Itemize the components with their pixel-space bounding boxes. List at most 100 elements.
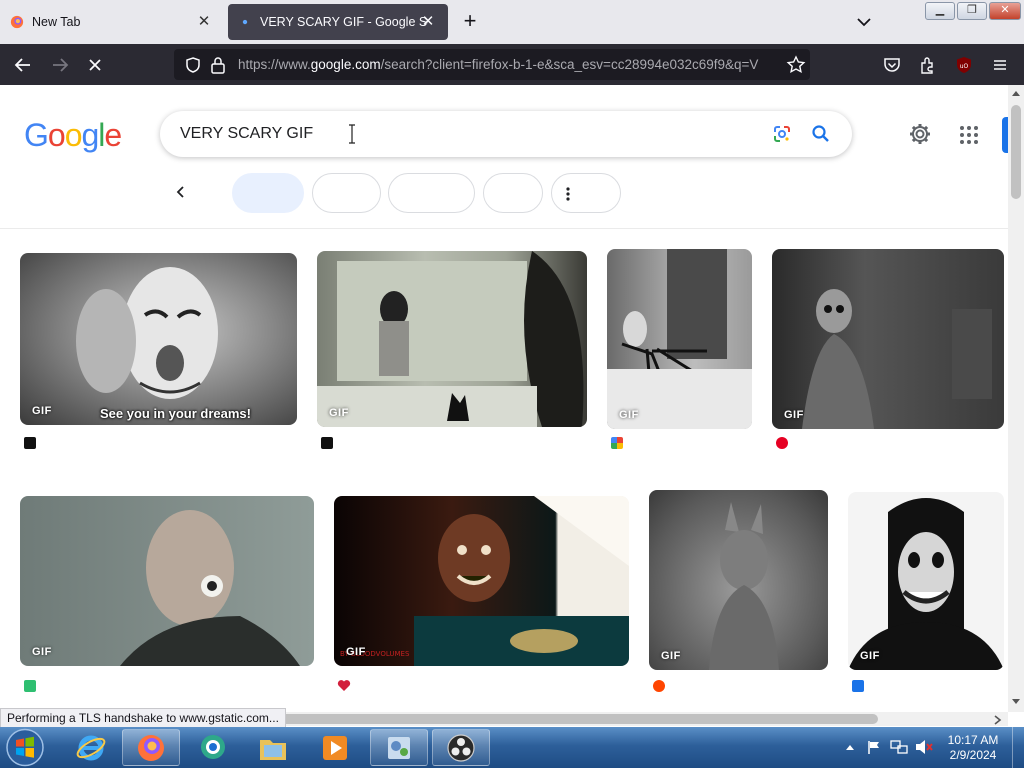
hamburger-menu-icon[interactable] bbox=[990, 55, 1010, 75]
scroll-right-icon[interactable] bbox=[994, 715, 1002, 725]
filter-chip[interactable] bbox=[483, 173, 543, 213]
padlock-icon[interactable] bbox=[210, 56, 226, 74]
filter-chip[interactable] bbox=[388, 173, 475, 213]
image-result[interactable]: GIF bbox=[848, 492, 1004, 670]
taskbar-obs-studio[interactable] bbox=[432, 729, 490, 766]
action-center-flag-icon[interactable] bbox=[866, 739, 882, 755]
clock-date: 2/9/2024 bbox=[949, 748, 997, 762]
forward-button[interactable] bbox=[47, 52, 73, 78]
jeff-the-killer-photo bbox=[848, 498, 1004, 670]
filter-chip[interactable] bbox=[312, 173, 381, 213]
address-bar[interactable]: https://www.google.com/search?client=fir… bbox=[174, 49, 810, 80]
taskbar-internet-explorer[interactable] bbox=[62, 729, 120, 766]
scrollbar-thumb[interactable] bbox=[280, 714, 878, 724]
image-result[interactable]: GIF bbox=[649, 490, 828, 670]
demon-woman-photo: BY BLOODVOLUMES bbox=[340, 496, 629, 666]
list-all-tabs-icon[interactable] bbox=[852, 12, 876, 32]
show-hidden-icons[interactable] bbox=[845, 743, 855, 751]
picsart-icon bbox=[24, 437, 36, 449]
tab-google-search[interactable]: VERY SCARY GIF - Google Search ✕ bbox=[228, 4, 448, 40]
pocket-icon[interactable] bbox=[882, 55, 902, 75]
minimize-button[interactable]: ▁ bbox=[925, 2, 955, 20]
gif-badge: GIF bbox=[860, 650, 880, 662]
tab-title: VERY SCARY GIF - Google Search bbox=[260, 15, 428, 29]
taskbar-file-explorer[interactable] bbox=[244, 729, 302, 766]
restore-button[interactable]: ❐ bbox=[957, 2, 987, 20]
bookmark-star-icon[interactable] bbox=[786, 55, 806, 75]
image-caption: See you in your dreams! bbox=[100, 406, 251, 421]
gif-badge: GIF bbox=[346, 646, 366, 658]
url-path: /search?client=firefox-b-1-e&sca_esv=cc2… bbox=[380, 57, 759, 72]
system-clock[interactable]: 10:17 AM 2/9/2024 bbox=[940, 733, 1006, 763]
scroll-down-icon[interactable] bbox=[1011, 698, 1021, 706]
new-tab-button[interactable]: + bbox=[458, 10, 482, 34]
image-result[interactable]: BY BLOODVOLUMES GIF bbox=[334, 496, 629, 666]
heart-icon bbox=[337, 680, 351, 691]
firefox-icon bbox=[138, 735, 164, 761]
image-result[interactable]: GIF bbox=[607, 249, 752, 429]
url-text[interactable]: https://www.google.com/search?client=fir… bbox=[238, 57, 778, 72]
gif-badge: GIF bbox=[784, 409, 804, 421]
settings-gear-icon[interactable] bbox=[908, 122, 932, 146]
url-domain: google.com bbox=[310, 57, 381, 72]
stop-button[interactable] bbox=[82, 52, 108, 78]
logo-letter: o bbox=[64, 117, 83, 153]
back-button[interactable] bbox=[10, 52, 36, 78]
gif-badge: GIF bbox=[329, 407, 349, 419]
scrollbar-thumb[interactable] bbox=[1011, 105, 1021, 199]
header-divider bbox=[0, 228, 1008, 229]
taskbar-firefox[interactable] bbox=[122, 729, 180, 766]
play-icon bbox=[323, 736, 347, 760]
forward-arrow-icon bbox=[53, 58, 69, 72]
logo-letter: G bbox=[24, 117, 49, 153]
gif-icon bbox=[852, 680, 864, 692]
volume-muted-icon[interactable] bbox=[914, 739, 934, 755]
pinterest-icon bbox=[776, 437, 788, 449]
svg-text:uO: uO bbox=[960, 63, 969, 70]
obs-icon bbox=[447, 734, 475, 762]
navigation-toolbar: https://www.google.com/search?client=fir… bbox=[0, 44, 1024, 85]
tab-new-tab[interactable]: New Tab ✕ bbox=[0, 4, 224, 40]
clock-time: 10:17 AM bbox=[947, 733, 999, 747]
chat-bubble-icon bbox=[201, 735, 225, 759]
show-desktop-button[interactable] bbox=[1012, 727, 1024, 768]
network-icon[interactable] bbox=[890, 739, 908, 755]
creature-photo bbox=[607, 249, 752, 429]
status-panel: Performing a TLS handshake to www.gstati… bbox=[0, 708, 286, 728]
close-tab-icon[interactable]: ✕ bbox=[196, 14, 212, 30]
taskbar-chat-app[interactable] bbox=[184, 729, 242, 766]
back-arrow-icon bbox=[14, 58, 30, 72]
start-button[interactable] bbox=[4, 728, 46, 767]
close-window-button[interactable]: ✕ bbox=[989, 2, 1021, 20]
google-logo[interactable]: Google bbox=[24, 117, 122, 154]
scroll-up-icon[interactable] bbox=[1011, 89, 1021, 97]
image-result[interactable]: GIF See you in your dreams! bbox=[20, 253, 297, 425]
taskbar-control-panel[interactable] bbox=[370, 729, 428, 766]
loading-dot-icon bbox=[242, 19, 248, 25]
filter-chip-active[interactable] bbox=[232, 173, 304, 213]
tracking-protection-icon[interactable] bbox=[184, 56, 202, 74]
image-result[interactable]: GIF bbox=[772, 249, 1004, 429]
extensions-icon[interactable] bbox=[918, 55, 938, 75]
close-tab-icon[interactable]: ✕ bbox=[420, 14, 436, 30]
image-result[interactable]: GIF bbox=[20, 496, 314, 666]
logo-letter: e bbox=[104, 117, 122, 153]
chevron-left-icon[interactable] bbox=[173, 184, 189, 200]
vertical-scrollbar[interactable] bbox=[1008, 85, 1024, 712]
folder-icon bbox=[260, 740, 286, 760]
gif-badge: GIF bbox=[619, 409, 639, 421]
search-box[interactable]: VERY SCARY GIF bbox=[160, 111, 852, 157]
google-lens-icon[interactable] bbox=[772, 124, 792, 144]
image-result[interactable]: GIF bbox=[317, 251, 587, 427]
rabbit-figure-photo bbox=[709, 502, 779, 670]
ghost-photo bbox=[802, 289, 992, 429]
multicolor-grid-icon bbox=[611, 437, 623, 449]
logo-letter: o bbox=[47, 117, 66, 153]
taskbar-media-player[interactable] bbox=[306, 729, 364, 766]
ublock-origin-icon[interactable]: uO bbox=[954, 55, 974, 75]
internet-explorer-icon bbox=[76, 735, 106, 761]
search-input[interactable]: VERY SCARY GIF bbox=[180, 125, 313, 143]
apps-grid-icon[interactable] bbox=[958, 124, 980, 146]
search-icon[interactable] bbox=[811, 124, 831, 144]
filter-chip-more[interactable] bbox=[551, 173, 621, 213]
